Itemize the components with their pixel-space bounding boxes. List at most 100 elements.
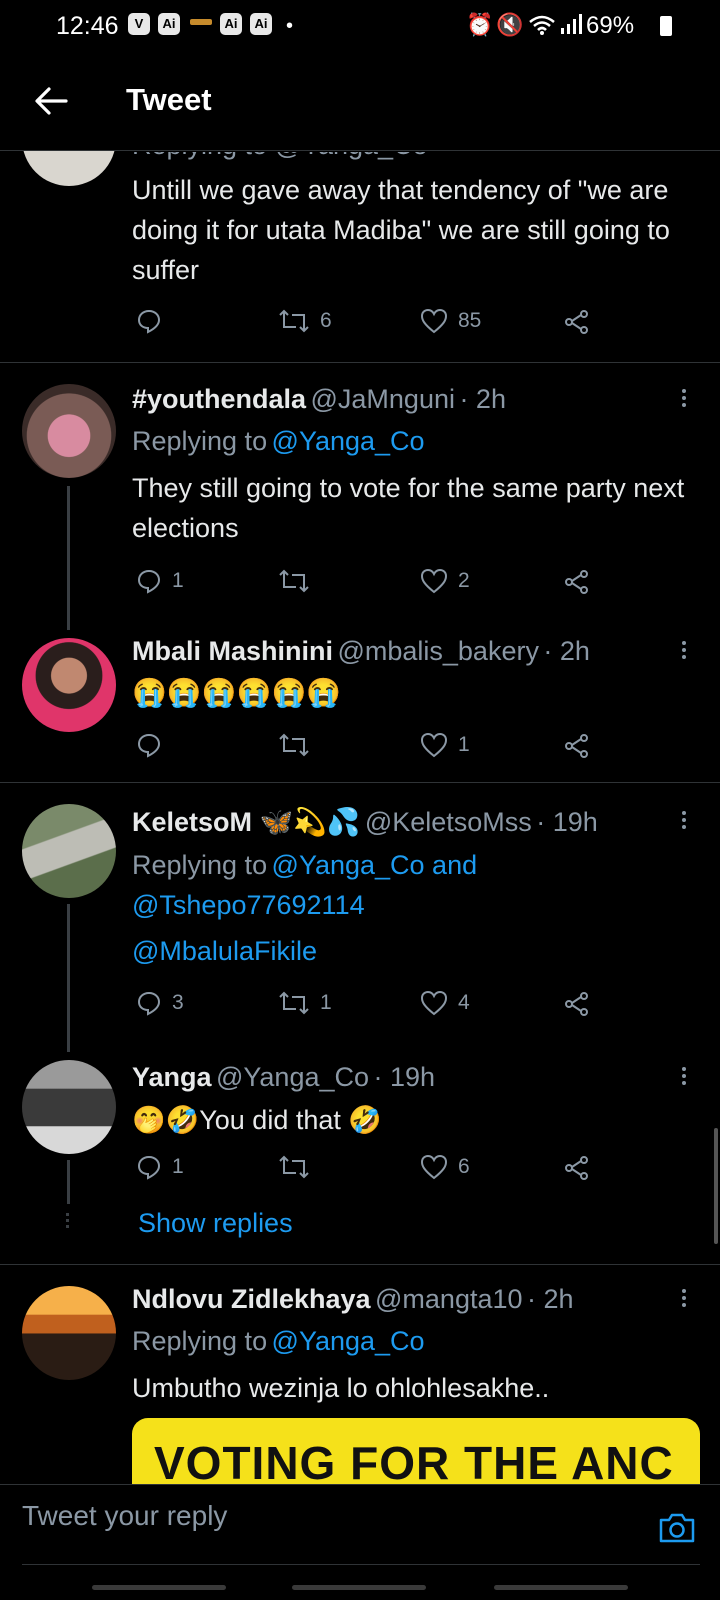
- heart-icon: [420, 1154, 448, 1180]
- heart-icon: [420, 732, 448, 758]
- tweet-header: Mbali Mashinini @mbalis_bakery · 2h: [132, 636, 590, 667]
- mute-icon: 🔇: [496, 12, 524, 37]
- tweet-time: · 2h: [526, 1284, 574, 1314]
- nav-home[interactable]: [292, 1585, 426, 1590]
- share-icon[interactable]: [564, 310, 590, 334]
- signal-icon: [561, 14, 582, 34]
- reply-input[interactable]: Tweet your reply: [22, 1500, 227, 1532]
- avatar[interactable]: [22, 804, 116, 898]
- like-button[interactable]: 4: [420, 990, 470, 1016]
- replying-to: Replying to @Yanga_Co: [132, 426, 425, 457]
- tweet-image[interactable]: VOTING FOR THE ANC: [132, 1418, 700, 1484]
- avatar[interactable]: [22, 1060, 116, 1154]
- reply-button[interactable]: 3: [136, 990, 184, 1016]
- status-time: 12:46: [56, 12, 119, 40]
- display-name[interactable]: Mbali Mashinini: [132, 636, 333, 666]
- tweet-header: Ndlovu Zidlekhaya @mangta10 · 2h: [132, 1284, 574, 1315]
- share-icon[interactable]: [564, 1156, 590, 1180]
- nav-recents[interactable]: [92, 1585, 226, 1590]
- retweet-button[interactable]: [278, 568, 320, 594]
- like-count: 6: [458, 1155, 470, 1178]
- tweet-time: · 2h: [543, 636, 590, 666]
- tweet-text: They still going to vote for the same pa…: [132, 473, 685, 543]
- reply-icon: [137, 569, 161, 594]
- like-button[interactable]: 85: [420, 308, 481, 334]
- tweet-text: 😭😭😭😭😭😭: [132, 677, 342, 708]
- reply-button[interactable]: [136, 308, 172, 334]
- alarm-icon: ⏰: [466, 12, 494, 37]
- retweet-button[interactable]: [278, 732, 320, 758]
- tweet-header: #youthendala @JaMnguni · 2h: [132, 384, 506, 415]
- share-icon[interactable]: [564, 734, 590, 758]
- app-notification-icon: [190, 19, 212, 25]
- share-icon[interactable]: [564, 992, 590, 1016]
- retweet-button[interactable]: 1: [278, 990, 332, 1016]
- more-options-icon[interactable]: [674, 638, 694, 668]
- show-replies-link[interactable]: Show replies: [138, 1208, 293, 1239]
- user-handle[interactable]: @KeletsoMss: [365, 807, 532, 837]
- more-options-icon[interactable]: [674, 386, 694, 416]
- display-name[interactable]: #youthendala: [132, 384, 306, 414]
- thread-line: [67, 904, 70, 1052]
- reply-icon: [137, 991, 161, 1016]
- user-handle[interactable]: @JaMnguni: [311, 384, 455, 414]
- like-count: 2: [458, 569, 470, 592]
- like-button[interactable]: 6: [420, 1154, 470, 1180]
- display-name[interactable]: Yanga: [132, 1062, 212, 1092]
- mention-link[interactable]: @Tshepo77692114: [132, 890, 365, 921]
- avatar[interactable]: [22, 638, 116, 732]
- reply-button[interactable]: 1: [136, 1154, 184, 1180]
- retweet-count: 1: [320, 991, 332, 1014]
- replying-label: Replying to: [132, 1326, 268, 1356]
- tweet-header: KeletsoM 🦋💫💦 @KeletsoMss · 19h: [132, 806, 598, 838]
- heart-icon: [420, 990, 448, 1016]
- back-arrow-icon[interactable]: [34, 86, 68, 116]
- thread-line: [67, 1160, 70, 1204]
- battery-icon: [660, 16, 672, 36]
- user-handle[interactable]: @mbalis_bakery: [337, 636, 539, 666]
- top-app-bar: [0, 58, 720, 151]
- like-button[interactable]: 2: [420, 568, 470, 594]
- mention-link[interactable]: @MbalulaFikile: [132, 936, 317, 967]
- tweet-header: Yanga @Yanga_Co · 19h: [132, 1062, 435, 1093]
- image-caption: VOTING FOR THE ANC: [154, 1437, 674, 1484]
- battery-percent: 69%: [586, 12, 635, 39]
- camera-icon[interactable]: [658, 1512, 696, 1544]
- app-notification-icon: V: [128, 13, 150, 35]
- user-handle[interactable]: @mangta10: [375, 1284, 523, 1314]
- display-name[interactable]: KeletsoM 🦋💫💦: [132, 807, 360, 837]
- nav-back[interactable]: [494, 1585, 628, 1590]
- divider: [0, 362, 720, 363]
- reply-button[interactable]: 1: [136, 568, 184, 594]
- mention-link[interactable]: @Yanga_Co and: [272, 850, 478, 880]
- like-button[interactable]: 1: [420, 732, 470, 758]
- replying-label: Replying to: [132, 850, 268, 880]
- retweet-count: 6: [320, 309, 332, 332]
- more-options-icon[interactable]: [674, 1064, 694, 1094]
- more-notifications-icon: •: [286, 15, 294, 37]
- avatar[interactable]: [22, 384, 116, 478]
- retweet-button[interactable]: 6: [278, 308, 332, 334]
- reply-icon: [137, 1155, 161, 1180]
- ai-notification-icon: Ai: [158, 13, 180, 35]
- retweet-icon: [279, 309, 309, 333]
- retweet-button[interactable]: [278, 1154, 320, 1180]
- like-count: 4: [458, 991, 470, 1014]
- avatar[interactable]: [22, 1286, 116, 1380]
- retweet-icon: [279, 991, 309, 1015]
- share-icon[interactable]: [564, 570, 590, 594]
- more-options-icon[interactable]: [674, 1286, 694, 1316]
- user-handle[interactable]: @Yanga_Co: [216, 1062, 369, 1092]
- mention-link[interactable]: @Yanga_Co: [272, 426, 425, 456]
- display-name[interactable]: Ndlovu Zidlekhaya: [132, 1284, 371, 1314]
- replying-to: Replying to @Yanga_Co and: [132, 850, 477, 881]
- reply-count: 1: [172, 1155, 184, 1178]
- retweet-icon: [279, 733, 309, 757]
- page-title: Tweet: [126, 82, 212, 117]
- like-count: 85: [458, 309, 482, 332]
- scrollbar[interactable]: [714, 1128, 718, 1244]
- reply-icon: [137, 733, 161, 758]
- reply-button[interactable]: [136, 732, 172, 758]
- mention-link[interactable]: @Yanga_Co: [272, 1326, 425, 1356]
- more-options-icon[interactable]: [674, 808, 694, 838]
